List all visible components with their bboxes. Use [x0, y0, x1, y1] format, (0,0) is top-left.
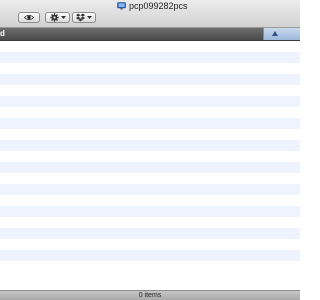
chevron-down-icon — [60, 16, 66, 19]
chevron-down-icon — [87, 16, 92, 19]
sort-column-header[interactable] — [263, 28, 300, 40]
window-title: pcp099282pcs — [117, 0, 188, 12]
dropbox-icon — [76, 13, 85, 22]
finder-window: pcp099282pcs d 0 items — [0, 0, 300, 300]
window-toolbar: pcp099282pcs — [0, 0, 300, 28]
list-empty-area[interactable] — [0, 261, 300, 290]
window-title-text: pcp099282pcs — [129, 1, 188, 11]
action-button[interactable] — [45, 12, 70, 23]
eye-icon — [24, 14, 34, 21]
column-header-label[interactable]: d — [0, 28, 5, 40]
sort-ascending-icon — [272, 31, 278, 36]
quick-look-button[interactable] — [18, 12, 40, 23]
computer-icon — [117, 2, 126, 10]
file-list[interactable] — [0, 41, 300, 261]
column-header: d — [0, 28, 300, 41]
status-bar: 0 items — [0, 290, 300, 300]
gear-icon — [49, 13, 59, 22]
dropbox-button[interactable] — [72, 12, 96, 23]
item-count: 0 items — [138, 292, 162, 299]
